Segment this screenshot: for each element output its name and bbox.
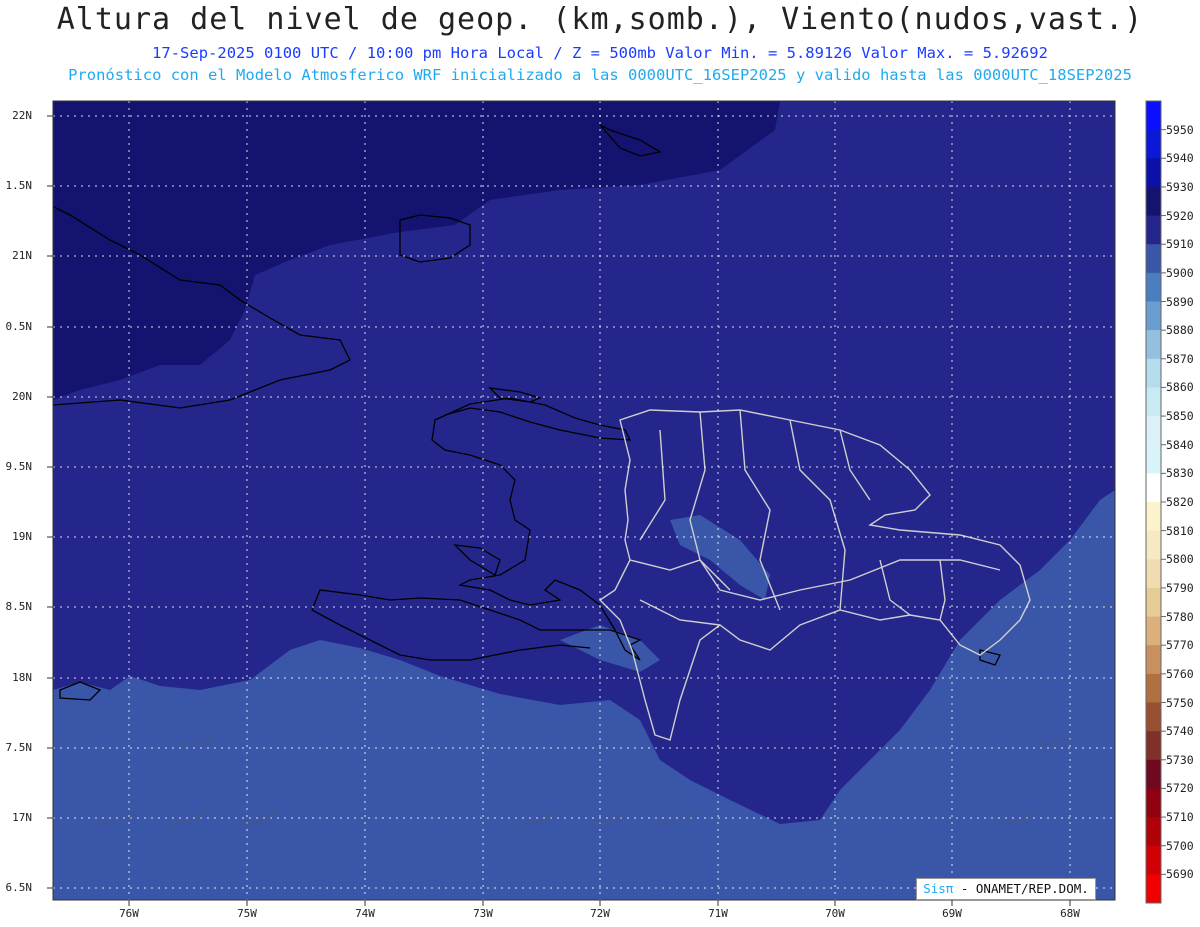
colorbar-swatch — [1146, 845, 1161, 875]
lon-label: 71W — [708, 907, 728, 920]
colorbar-swatch — [1146, 473, 1161, 503]
colorbar-swatch — [1146, 731, 1161, 761]
colorbar-swatch — [1146, 559, 1161, 589]
colorbar-swatch — [1146, 587, 1161, 618]
lat-label: 9.5N — [5, 460, 33, 473]
colorbar-swatch — [1146, 387, 1161, 417]
lon-label: 70W — [825, 907, 845, 920]
colorbar-swatch — [1146, 301, 1161, 331]
lat-label: 18N — [12, 671, 32, 684]
colorbar-swatch — [1146, 330, 1161, 360]
lon-label: 72W — [590, 907, 610, 920]
credit-logo: Sisπ — [923, 881, 954, 896]
colorbar-label: 5690 — [1166, 867, 1194, 882]
lon-label: 74W — [355, 907, 375, 920]
colorbar-label: 5770 — [1166, 638, 1194, 653]
colorbar-swatch — [1146, 244, 1161, 274]
colorbar-label: 5740 — [1166, 724, 1194, 739]
colorbar-swatch — [1146, 788, 1161, 818]
colorbar-label: 5880 — [1166, 323, 1194, 338]
lat-label: 8.5N — [5, 600, 33, 613]
colorbar-label: 5790 — [1166, 580, 1194, 595]
colorbar-label: 5820 — [1166, 495, 1194, 509]
lon-label: 68W — [1060, 907, 1080, 920]
lon-label: 75W — [237, 907, 257, 920]
colorbar-swatch — [1146, 215, 1161, 245]
lat-label: 19N — [12, 530, 32, 543]
colorbar-swatch — [1146, 874, 1161, 904]
lat-label: 20N — [12, 390, 32, 403]
colorbar-label: 5720 — [1166, 781, 1194, 796]
colorbar-swatch — [1146, 759, 1161, 789]
lat-label: 21N — [12, 249, 32, 262]
colorbar-swatch — [1146, 129, 1161, 159]
colorbar-label: 5850 — [1166, 409, 1194, 424]
colorbar-swatch — [1146, 444, 1161, 474]
colorbar-swatch — [1146, 186, 1161, 217]
lon-label: 73W — [473, 907, 493, 920]
colorbar-label: 5860 — [1166, 380, 1194, 395]
colorbar-swatch — [1146, 616, 1161, 646]
colorbar-swatch — [1146, 158, 1161, 188]
lat-label: 7.5N — [5, 741, 33, 754]
colorbar-label: 5710 — [1166, 810, 1194, 825]
lat-label: 17N — [12, 811, 32, 824]
colorbar-label: 5800 — [1166, 552, 1194, 567]
colorbar-swatch — [1146, 502, 1161, 532]
lon-label: 69W — [942, 907, 962, 920]
colorbar-label: 5760 — [1166, 666, 1194, 681]
map-canvas — [47, 100, 1166, 906]
colorbar-swatch — [1146, 101, 1161, 131]
credit-box: Sisπ - ONAMET/REP.DOM. — [916, 878, 1096, 900]
colorbar-label: 5780 — [1166, 609, 1194, 624]
colorbar-label: 5910 — [1166, 237, 1194, 252]
colorbar-label: 5700 — [1166, 838, 1194, 853]
colorbar-swatch — [1146, 530, 1161, 560]
colorbar-label: 5870 — [1166, 351, 1194, 366]
colorbar-label: 5830 — [1166, 466, 1194, 481]
credit-text: - ONAMET/REP.DOM. — [953, 881, 1089, 896]
colorbar-swatch — [1146, 673, 1161, 703]
colorbar-swatch — [1146, 358, 1161, 388]
lat-label: 22N — [12, 109, 32, 122]
colorbar-label: 5730 — [1166, 752, 1194, 767]
colorbar-label: 5750 — [1166, 695, 1194, 710]
lat-label: 1.5N — [5, 179, 33, 192]
colorbar-swatch — [1146, 645, 1161, 675]
colorbar-swatch — [1146, 817, 1161, 847]
colorbar-label: 5930 — [1166, 179, 1194, 194]
colorbar-label: 5840 — [1166, 437, 1194, 452]
colorbar-label: 5940 — [1166, 151, 1194, 166]
lat-label: 0.5N — [5, 320, 33, 333]
colorbar-swatch — [1146, 416, 1161, 446]
colorbar-swatch — [1146, 272, 1161, 302]
colorbar-label: 5900 — [1166, 265, 1194, 280]
colorbar-label: 5890 — [1166, 294, 1194, 309]
colorbar — [1145, 100, 1166, 904]
colorbar-label: 5810 — [1166, 523, 1194, 538]
colorbar-label: 5920 — [1166, 208, 1194, 223]
lon-label: 76W — [119, 907, 139, 920]
lat-label: 6.5N — [5, 881, 33, 894]
colorbar-swatch — [1146, 702, 1161, 732]
colorbar-label: 5950 — [1166, 122, 1194, 137]
